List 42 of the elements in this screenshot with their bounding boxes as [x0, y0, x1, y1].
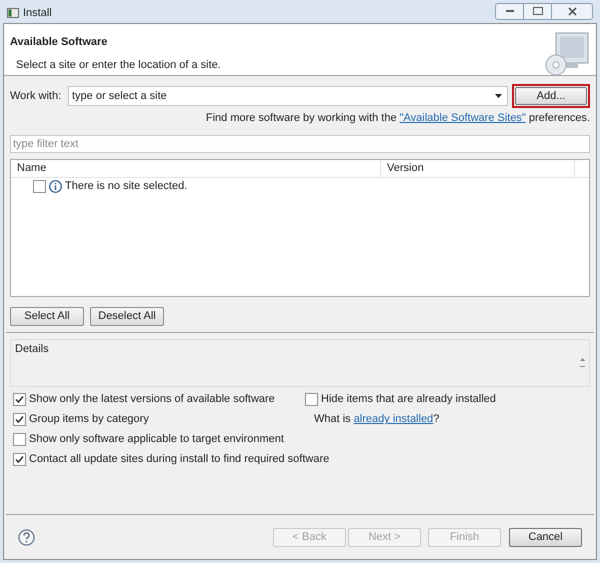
checkbox[interactable] — [13, 433, 26, 446]
page-description: Select a site or enter the location of a site. — [15, 58, 221, 72]
checkbox[interactable] — [305, 393, 318, 406]
filter-field[interactable]: type filter text — [10, 134, 590, 152]
option-label: Show only software applicable to target environment — [29, 432, 284, 448]
dropdown-icon[interactable] — [495, 94, 502, 98]
checkbox[interactable] — [13, 453, 26, 466]
available-software-sites-link[interactable]: "Available Software Sites" — [400, 110, 526, 126]
table-cell-text: There is no site selected. — [65, 179, 188, 194]
question-mark-text: ? — [433, 412, 440, 428]
window-app-icon — [7, 8, 19, 18]
maximize-icon — [532, 7, 542, 15]
checkmark-icon — [15, 415, 24, 424]
selection-button[interactable]: Select All — [10, 306, 84, 326]
page-title: Available Software — [10, 35, 108, 50]
option-label: Show only the latest versions of available software — [29, 392, 275, 408]
already-installed-link[interactable]: already installed — [354, 411, 434, 428]
checkmark-icon — [15, 395, 24, 404]
preferences-text: preferences. — [528, 111, 590, 126]
option-label: Group items by category — [29, 412, 149, 428]
checkmark-icon — [15, 455, 24, 464]
column-header[interactable]: Version — [381, 160, 575, 176]
work-with-label: Work with: — [10, 88, 62, 104]
info-icon — [49, 180, 62, 193]
option-label: Hide items that are already installed — [321, 392, 496, 408]
help-icon[interactable] — [18, 528, 35, 546]
find-more-text: Find more software by working with the — [206, 111, 397, 126]
checkbox[interactable] — [13, 393, 26, 406]
minimize-icon — [506, 10, 514, 12]
wizard-button[interactable]: Cancel — [509, 528, 582, 546]
what-is-text: What is — [314, 412, 351, 428]
checkbox[interactable] — [13, 413, 26, 426]
window-title: Install — [23, 6, 52, 21]
scroll-arrows-icon — [580, 358, 585, 368]
site-combo-box[interactable]: type or select a site — [68, 86, 508, 106]
add-button[interactable]: Add... — [515, 87, 587, 105]
option-label: Contact all update sites during install to find required software — [29, 452, 330, 468]
column-header[interactable]: Name — [11, 160, 381, 176]
selection-button[interactable]: Deselect All — [90, 306, 164, 326]
checkbox[interactable] — [33, 180, 46, 193]
details-label: Details — [15, 342, 50, 356]
close-icon — [568, 6, 576, 16]
